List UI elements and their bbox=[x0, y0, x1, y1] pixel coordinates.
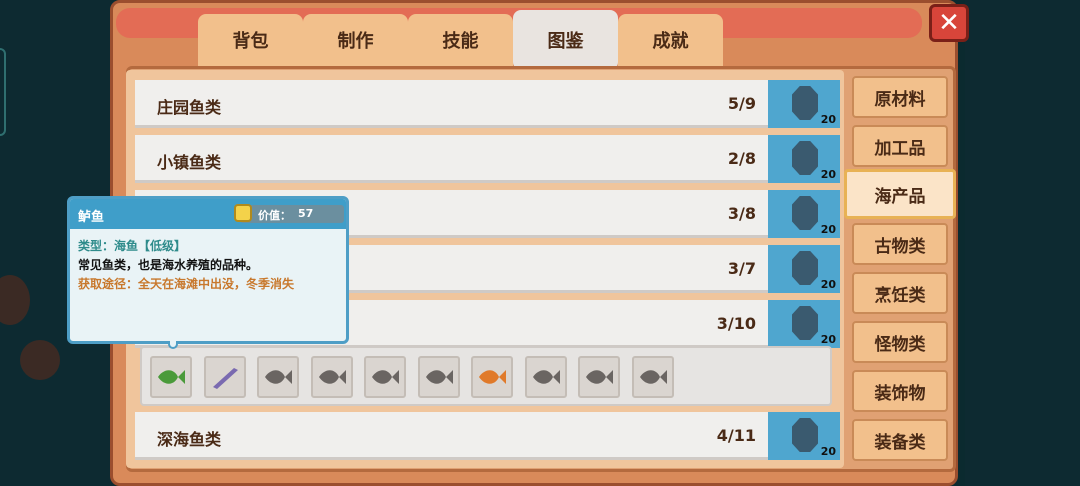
locked-item-icon bbox=[792, 418, 818, 452]
item-type: 类型：海鱼【低级】 bbox=[78, 239, 187, 253]
fish-slot[interactable] bbox=[203, 356, 246, 398]
item-value-badge: 价值： 57 bbox=[234, 204, 344, 223]
fish-slot[interactable] bbox=[524, 356, 567, 398]
fish-slot-grid bbox=[140, 346, 832, 406]
reward-quantity: 20 bbox=[820, 223, 836, 236]
locked-item-icon bbox=[792, 86, 818, 120]
row-count: 3/10 bbox=[716, 314, 756, 333]
locked-item-icon bbox=[792, 196, 818, 230]
row-label: 庄园鱼类 bbox=[157, 98, 222, 117]
row-reward-icon: 20 bbox=[768, 135, 840, 183]
row-count: 2/8 bbox=[727, 149, 756, 168]
fish-silhouette-icon bbox=[318, 370, 346, 384]
orange-fish-icon bbox=[479, 370, 506, 384]
fish-slot[interactable] bbox=[578, 356, 620, 398]
fish-slot[interactable] bbox=[417, 356, 460, 398]
fish-slot[interactable] bbox=[631, 356, 674, 398]
fish-silhouette-icon bbox=[532, 370, 560, 384]
close-x-icon: ✕ bbox=[938, 8, 960, 38]
category-decorations[interactable]: 装饰物 bbox=[852, 370, 948, 412]
locked-item-icon bbox=[792, 306, 818, 340]
row-label: 小镇鱼类 bbox=[157, 153, 222, 172]
row-reward-icon: 20 bbox=[768, 190, 840, 238]
fish-silhouette-icon bbox=[586, 370, 613, 384]
tab-achievements[interactable]: 成就 bbox=[618, 14, 723, 66]
value-label: 价值： bbox=[258, 209, 291, 222]
reward-quantity: 20 bbox=[820, 278, 836, 291]
background-edge-widget bbox=[0, 48, 6, 136]
locked-item-icon bbox=[792, 251, 818, 285]
row-count: 4/11 bbox=[716, 426, 756, 445]
coin-icon bbox=[234, 204, 252, 222]
item-description: 常见鱼类，也是海水养殖的品种。 bbox=[78, 258, 259, 272]
background-right bbox=[965, 0, 1080, 486]
row-count: 3/8 bbox=[727, 204, 756, 223]
category-antiques[interactable]: 古物类 bbox=[852, 223, 948, 265]
tab-backpack[interactable]: 背包 bbox=[198, 14, 303, 66]
list-row-manor-fish[interactable]: 庄园鱼类 5/9 20 bbox=[135, 80, 840, 128]
tab-crafting[interactable]: 制作 bbox=[303, 14, 408, 66]
background-rock bbox=[20, 340, 60, 380]
reward-quantity: 20 bbox=[820, 168, 836, 181]
row-count: 5/9 bbox=[727, 94, 756, 113]
fish-slot[interactable] bbox=[310, 356, 353, 398]
reward-quantity: 20 bbox=[820, 333, 836, 346]
tab-bar: 背包 制作 技能 图鉴 成就 bbox=[198, 10, 726, 70]
reward-quantity: 20 bbox=[820, 113, 836, 126]
row-label: 深海鱼类 bbox=[157, 430, 222, 449]
category-raw-materials[interactable]: 原材料 bbox=[852, 76, 948, 118]
tab-codex[interactable]: 图鉴 bbox=[513, 10, 618, 70]
fish-silhouette-icon bbox=[265, 370, 292, 384]
row-reward-icon: 20 bbox=[768, 80, 840, 128]
row-reward-icon: 20 bbox=[768, 412, 840, 460]
row-reward-icon: 20 bbox=[768, 300, 840, 348]
category-processed-goods[interactable]: 加工品 bbox=[852, 125, 948, 167]
reward-quantity: 20 bbox=[820, 445, 836, 458]
list-row-deep-sea-fish[interactable]: 深海鱼类 4/11 20 bbox=[135, 412, 840, 460]
tooltip-header: 鲈鱼 价值： 57 bbox=[70, 199, 346, 229]
fish-slot[interactable] bbox=[150, 356, 192, 398]
list-row-town-fish[interactable]: 小镇鱼类 2/8 20 bbox=[135, 135, 840, 183]
item-name: 鲈鱼 bbox=[78, 210, 105, 225]
row-count: 3/7 bbox=[727, 259, 756, 278]
green-fish-icon bbox=[158, 370, 185, 384]
fish-slot[interactable] bbox=[257, 356, 299, 398]
fish-slot[interactable] bbox=[471, 356, 513, 398]
fish-slot[interactable] bbox=[364, 356, 406, 398]
value-number: 57 bbox=[298, 207, 314, 220]
category-cooking[interactable]: 烹饪类 bbox=[852, 272, 948, 314]
fish-silhouette-icon bbox=[425, 370, 453, 384]
item-tooltip: 鲈鱼 价值： 57 类型：海鱼【低级】 常见鱼类，也是海水养殖的品种。 获取途径… bbox=[67, 196, 349, 349]
item-source: 获取途径：全天在海滩中出没，冬季消失 bbox=[78, 277, 295, 291]
fish-silhouette-icon bbox=[639, 370, 667, 384]
category-equipment[interactable]: 装备类 bbox=[852, 419, 948, 461]
purple-eel-icon bbox=[212, 368, 238, 389]
locked-item-icon bbox=[792, 141, 818, 175]
row-reward-icon: 20 bbox=[768, 245, 840, 293]
tab-skills[interactable]: 技能 bbox=[408, 14, 513, 66]
close-button[interactable]: ✕ bbox=[929, 4, 969, 42]
category-monsters[interactable]: 怪物类 bbox=[852, 321, 948, 363]
fish-silhouette-icon bbox=[372, 370, 399, 384]
category-seafood[interactable]: 海产品 bbox=[844, 169, 956, 219]
